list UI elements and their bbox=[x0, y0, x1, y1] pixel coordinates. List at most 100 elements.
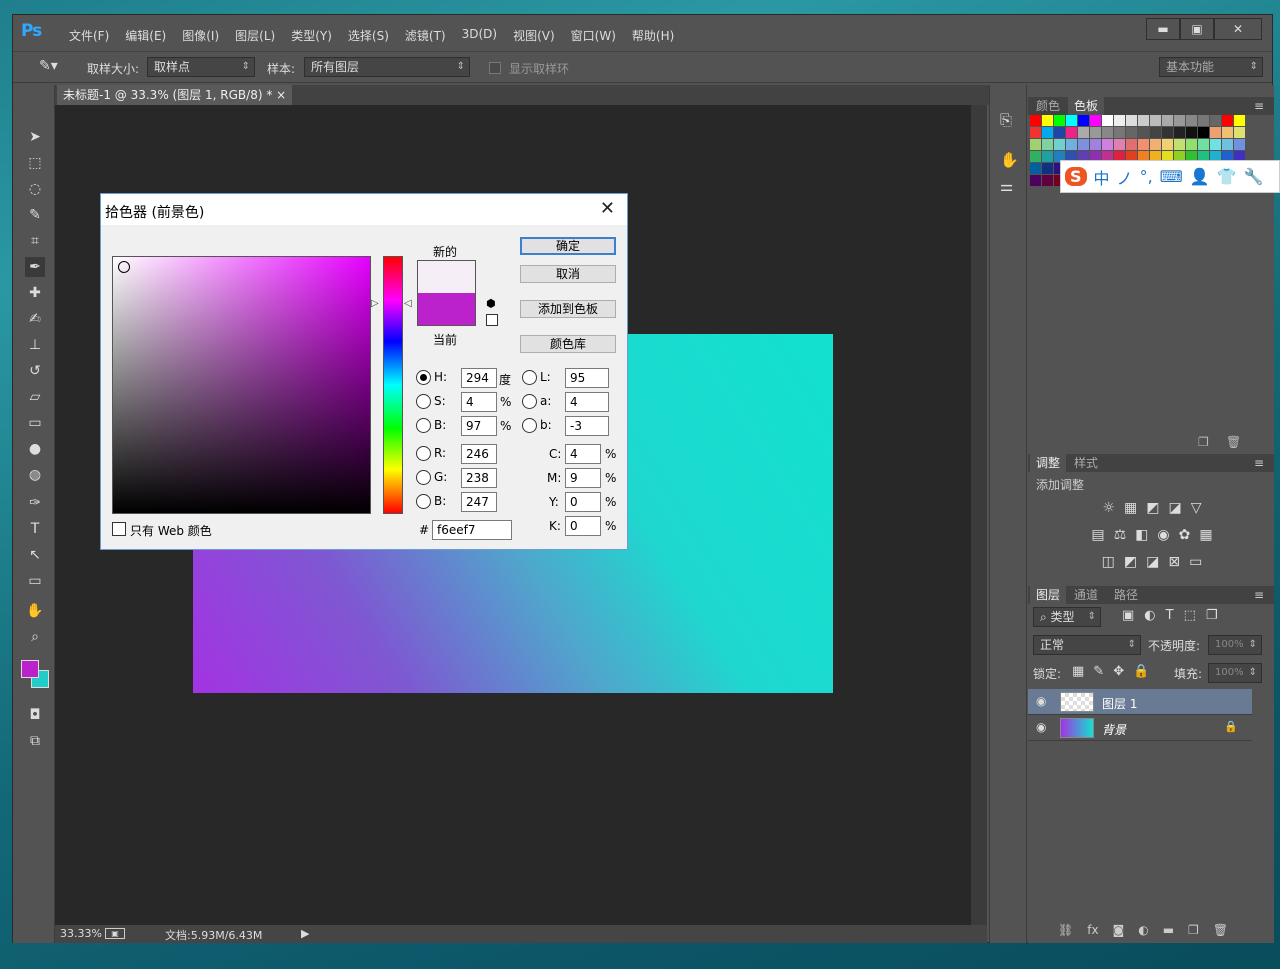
menu-item[interactable]: 窗口(W) bbox=[563, 27, 624, 44]
opacity-input[interactable]: 100% bbox=[1208, 635, 1262, 655]
fx-icon[interactable]: fx bbox=[1087, 923, 1098, 937]
layer-name[interactable]: 背景 bbox=[1102, 721, 1126, 738]
swatch[interactable] bbox=[1174, 115, 1185, 126]
threshold-icon[interactable]: ◪ bbox=[1146, 554, 1159, 570]
levels-icon[interactable]: ▦ bbox=[1124, 500, 1137, 516]
swatch[interactable] bbox=[1030, 163, 1041, 174]
brush-preset-icon[interactable]: ✋ bbox=[1000, 151, 1019, 169]
visibility-eye-icon[interactable]: ◉ bbox=[1036, 720, 1046, 734]
swatch[interactable] bbox=[1030, 115, 1041, 126]
shape-tool-icon[interactable]: ▭ bbox=[25, 571, 45, 591]
gradient-map-icon[interactable]: ▭ bbox=[1189, 554, 1202, 570]
panel-menu-icon[interactable]: ≡ bbox=[1248, 97, 1270, 115]
tab-color[interactable]: 颜色 bbox=[1030, 97, 1066, 115]
dialog-close-icon[interactable]: ✕ bbox=[600, 198, 615, 219]
tab-styles[interactable]: 样式 bbox=[1068, 454, 1104, 472]
ime-user-icon[interactable]: 👤 bbox=[1190, 167, 1210, 186]
ok-button[interactable]: 确定 bbox=[520, 237, 616, 255]
swatch[interactable] bbox=[1150, 139, 1161, 150]
layer-row[interactable]: ◉ 背景 🔒 bbox=[1028, 715, 1252, 741]
path-select-tool-icon[interactable]: ↖ bbox=[25, 545, 45, 565]
swatch[interactable] bbox=[1114, 139, 1125, 150]
swatch[interactable] bbox=[1174, 139, 1185, 150]
swatch[interactable] bbox=[1126, 127, 1137, 138]
add-to-swatches-button[interactable]: 添加到色板 bbox=[520, 300, 616, 318]
vibrance-icon[interactable]: ▽ bbox=[1191, 500, 1202, 516]
move-tool-icon[interactable]: ➤ bbox=[25, 127, 45, 147]
new-swatch-icon[interactable]: ❐ bbox=[1198, 435, 1209, 449]
fill-input[interactable]: 100% bbox=[1208, 663, 1262, 683]
red-field[interactable]: 246 bbox=[461, 444, 497, 464]
delete-swatch-icon[interactable]: 🗑 bbox=[1226, 435, 1241, 449]
saturation-field[interactable]: 4 bbox=[461, 392, 497, 412]
bw-icon[interactable]: ◧ bbox=[1135, 527, 1148, 543]
swatch[interactable] bbox=[1222, 139, 1233, 150]
swatch[interactable] bbox=[1210, 139, 1221, 150]
document-tab[interactable]: 未标题-1 @ 33.3% (图层 1, RGB/8) * × bbox=[57, 85, 293, 105]
lab-b-radio[interactable] bbox=[522, 418, 537, 433]
quick-mask-icon[interactable]: ◘ bbox=[25, 705, 45, 725]
trash-icon[interactable]: 🗑 bbox=[1213, 923, 1228, 937]
exposure-icon[interactable]: ◪ bbox=[1169, 500, 1182, 516]
maximize-button[interactable]: ▣ bbox=[1180, 18, 1214, 40]
layer-name[interactable]: 图层 1 bbox=[1102, 695, 1137, 712]
swatch[interactable] bbox=[1186, 115, 1197, 126]
brush-tool-icon[interactable]: ✍ bbox=[25, 309, 45, 329]
ime-keyboard-icon[interactable]: ⌨ bbox=[1160, 167, 1183, 186]
swatch[interactable] bbox=[1126, 139, 1137, 150]
tab-paths[interactable]: 路径 bbox=[1108, 586, 1144, 604]
photo-filter-icon[interactable]: ◉ bbox=[1157, 527, 1169, 543]
swatch[interactable] bbox=[1138, 115, 1149, 126]
cyan-field[interactable]: 4 bbox=[565, 444, 601, 464]
dodge-tool-icon[interactable]: ◍ bbox=[25, 465, 45, 485]
swatch[interactable] bbox=[1066, 139, 1077, 150]
adjust-icon[interactable]: ⚌ bbox=[1000, 177, 1013, 195]
eyedropper-tool-icon[interactable]: ✒ bbox=[25, 257, 45, 277]
menu-item[interactable]: 帮助(H) bbox=[624, 27, 682, 44]
lasso-tool-icon[interactable]: ◌ bbox=[25, 179, 45, 199]
magenta-field[interactable]: 9 bbox=[565, 468, 601, 488]
swatch[interactable] bbox=[1174, 127, 1185, 138]
show-ring-checkbox[interactable] bbox=[489, 62, 501, 74]
swatch[interactable] bbox=[1186, 139, 1197, 150]
menu-item[interactable]: 视图(V) bbox=[505, 27, 563, 44]
cancel-button[interactable]: 取消 bbox=[520, 265, 616, 283]
brightness-radio[interactable] bbox=[416, 418, 431, 433]
saturation-radio[interactable] bbox=[416, 394, 431, 409]
swatch[interactable] bbox=[1054, 127, 1065, 138]
ime-chinese-toggle[interactable]: 中 bbox=[1094, 165, 1110, 189]
blue-radio[interactable] bbox=[416, 494, 431, 509]
curves-icon[interactable]: ◩ bbox=[1146, 500, 1159, 516]
ime-punct-icon[interactable]: °, bbox=[1140, 167, 1153, 186]
brightness-icon[interactable]: ☼ bbox=[1102, 500, 1115, 516]
gradient-tool-icon[interactable]: ▭ bbox=[25, 413, 45, 433]
tab-layers[interactable]: 图层 bbox=[1030, 586, 1067, 604]
pixel-filter-icon[interactable]: ▣ bbox=[1122, 608, 1134, 623]
marquee-tool-icon[interactable]: ⬚ bbox=[25, 153, 45, 173]
swatch[interactable] bbox=[1186, 127, 1197, 138]
color-libraries-button[interactable]: 颜色库 bbox=[520, 335, 616, 353]
tab-close-icon[interactable]: × bbox=[276, 88, 286, 102]
vertical-scrollbar[interactable] bbox=[971, 105, 987, 925]
swatch[interactable] bbox=[1126, 115, 1137, 126]
brightness-field[interactable]: 97 bbox=[461, 416, 497, 436]
green-radio[interactable] bbox=[416, 470, 431, 485]
swatch[interactable] bbox=[1198, 127, 1209, 138]
adjust-filter-icon[interactable]: ◐ bbox=[1144, 608, 1155, 623]
tab-swatches[interactable]: 色板 bbox=[1068, 97, 1105, 115]
lab-l-radio[interactable] bbox=[522, 370, 537, 385]
zoom-tool-icon[interactable]: ⌕ bbox=[25, 627, 45, 647]
sogou-logo-icon[interactable]: S bbox=[1065, 167, 1087, 186]
swatch[interactable] bbox=[1114, 127, 1125, 138]
swatch[interactable] bbox=[1234, 127, 1245, 138]
layer-row[interactable]: ◉ 图层 1 bbox=[1028, 689, 1252, 715]
color-target-cursor[interactable] bbox=[118, 261, 130, 273]
menu-item[interactable]: 图层(L) bbox=[227, 27, 283, 44]
green-field[interactable]: 238 bbox=[461, 468, 497, 488]
ime-tools-icon[interactable]: 🔧 bbox=[1244, 167, 1264, 186]
hue-slider-right-arrow-icon[interactable]: ◁ bbox=[404, 298, 412, 309]
hue-field[interactable]: 294 bbox=[461, 368, 497, 388]
adjustment-layer-icon[interactable]: ◐ bbox=[1138, 923, 1148, 937]
balance-icon[interactable]: ⚖ bbox=[1114, 527, 1127, 543]
pen-tool-icon[interactable]: ✑ bbox=[25, 493, 45, 513]
